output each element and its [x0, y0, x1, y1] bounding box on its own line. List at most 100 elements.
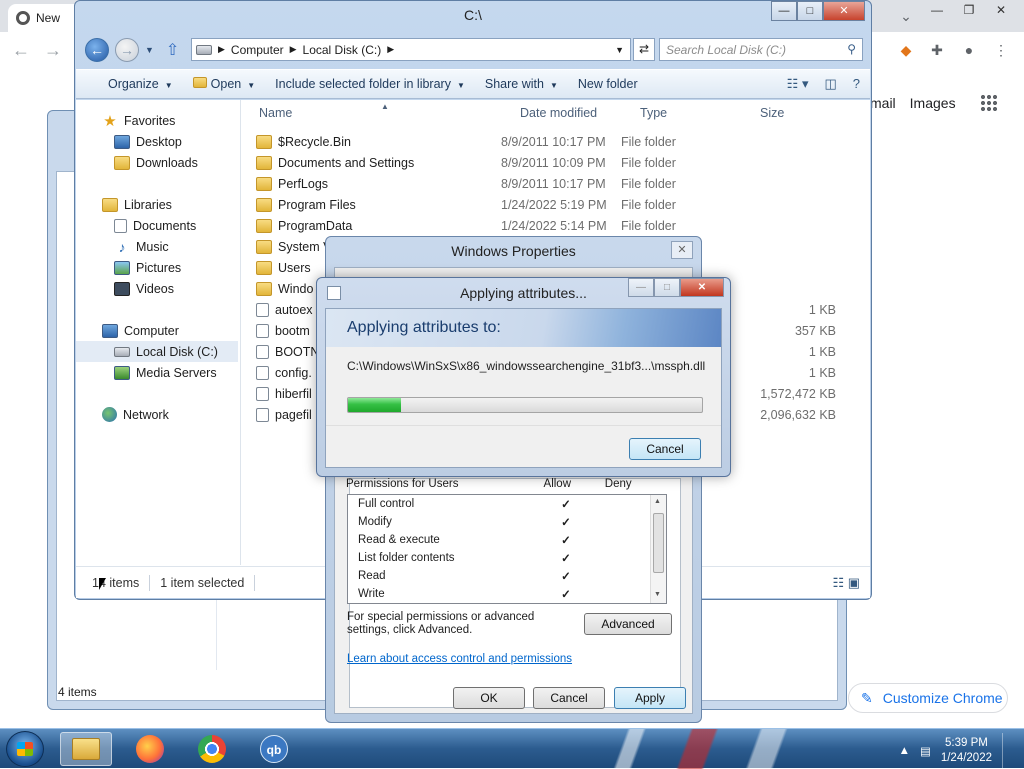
permission-row[interactable]: Read ✓	[348, 567, 666, 585]
file-row[interactable]: Program Files 1/24/2022 5:19 PM File folde…	[256, 194, 836, 215]
recent-pages-chevron-icon[interactable]: ▼	[145, 45, 154, 55]
file-icon	[256, 344, 269, 359]
forward-arrow-icon[interactable]: →	[115, 38, 139, 62]
network-status-icon[interactable]: ▤	[920, 744, 931, 758]
nav-pictures[interactable]: Pictures	[76, 257, 240, 278]
help-icon[interactable]: ?	[853, 76, 860, 92]
nav-media-servers[interactable]: Media Servers	[76, 362, 240, 383]
file-row[interactable]: PerfLogs 8/9/2011 10:17 PM File folder	[256, 173, 836, 194]
restore-icon[interactable]: ❐	[954, 0, 984, 20]
column-size[interactable]: Size	[760, 100, 784, 126]
close-icon[interactable]: ✕	[680, 278, 724, 297]
chrome-forward-icon[interactable]: →	[44, 40, 62, 61]
scroll-down-icon[interactable]: ▼	[654, 591, 661, 598]
nav-libraries[interactable]: Libraries	[76, 194, 240, 215]
gmail-link[interactable]: mail	[870, 95, 896, 111]
view-list-icon[interactable]: ☷ ▾	[787, 76, 809, 92]
permissions-list[interactable]: Full control ✓ Modify ✓ Read & execute ✓ List …	[347, 494, 667, 604]
close-icon[interactable]: ✕	[671, 241, 693, 259]
cancel-apply-button[interactable]: Cancel	[629, 438, 701, 460]
learn-access-control-link[interactable]: Learn about access control and permissio…	[347, 653, 572, 665]
include-library-button[interactable]: Include selected folder in library ▼	[267, 73, 473, 95]
permission-row[interactable]: List folder contents ✓	[348, 549, 666, 567]
metamask-icon[interactable]: ◆	[897, 42, 915, 60]
advanced-button[interactable]: Advanced	[584, 613, 672, 635]
chrome-back-icon[interactable]: ←	[12, 40, 30, 61]
file-row[interactable]: $Recycle.Bin 8/9/2011 10:17 PM File folder	[256, 131, 836, 152]
scroll-up-icon[interactable]: ▲	[654, 498, 661, 505]
start-button[interactable]	[6, 731, 44, 767]
taskbar-qbittorrent[interactable]: qb	[248, 732, 300, 766]
allow-check-icon[interactable]: ✓	[556, 587, 576, 601]
minimize-icon[interactable]: —	[771, 1, 797, 21]
scroll-thumb[interactable]	[653, 513, 664, 573]
breadcrumb-computer[interactable]: Computer	[231, 43, 284, 57]
file-row[interactable]: Documents and Settings 8/9/2011 10:09 PM F…	[256, 152, 836, 173]
file-name: Windo	[278, 281, 314, 296]
maximize-icon[interactable]: □	[797, 1, 823, 21]
details-view-icon[interactable]: ☷ ▣	[832, 575, 860, 591]
nav-downloads[interactable]: Downloads	[76, 152, 240, 173]
explorer-title: C:\	[464, 7, 482, 23]
show-hidden-icons-icon[interactable]: ▲	[899, 745, 910, 757]
ok-button[interactable]: OK	[453, 687, 525, 709]
organize-button[interactable]: Organize ▼	[100, 73, 181, 95]
nav-favorites[interactable]: ★ Favorites	[76, 110, 240, 131]
profile-icon[interactable]: ●	[960, 42, 978, 60]
permissions-scrollbar[interactable]: ▲ ▼	[650, 495, 666, 603]
apps-grid-icon[interactable]	[980, 94, 998, 112]
column-type[interactable]: Type	[640, 100, 667, 126]
permission-row[interactable]: Modify ✓	[348, 513, 666, 531]
nav-desktop[interactable]: Desktop	[76, 131, 240, 152]
allow-check-icon[interactable]: ✓	[556, 569, 576, 583]
show-desktop-button[interactable]	[1002, 733, 1012, 769]
new-folder-button[interactable]: New folder	[570, 73, 646, 95]
allow-check-icon[interactable]: ✓	[556, 551, 576, 565]
search-input[interactable]: Search Local Disk (C:) ⚲	[659, 38, 863, 61]
nav-videos[interactable]: Videos	[76, 278, 240, 299]
drive-icon	[114, 346, 130, 357]
permission-row[interactable]: Read & execute ✓	[348, 531, 666, 549]
search-icon[interactable]: ⚲	[847, 42, 856, 56]
customize-chrome-button[interactable]: ✎ Customize Chrome	[848, 683, 1008, 713]
taskbar-firefox[interactable]	[124, 732, 176, 766]
permission-row[interactable]: Full control ✓	[348, 495, 666, 513]
close-icon[interactable]: ✕	[986, 0, 1016, 20]
apply-button[interactable]: Apply	[614, 687, 686, 709]
back-arrow-icon[interactable]: ←	[85, 38, 109, 62]
nav-local-disk[interactable]: Local Disk (C:)	[76, 341, 238, 362]
nav-computer[interactable]: Computer	[76, 320, 240, 341]
taskbar-chrome[interactable]	[186, 732, 238, 766]
taskbar-explorer[interactable]	[60, 732, 112, 766]
file-row[interactable]: ProgramData 1/24/2022 5:14 PM File folder	[256, 215, 836, 236]
breadcrumb-separator-icon[interactable]: ▶	[387, 44, 394, 55]
nav-music[interactable]: ♪ Music	[76, 236, 240, 257]
permission-row[interactable]: Write ✓	[348, 585, 666, 603]
allow-check-icon[interactable]: ✓	[556, 533, 576, 547]
refresh-icon[interactable]: ⇄	[633, 38, 655, 61]
allow-check-icon[interactable]: ✓	[556, 515, 576, 529]
applying-attributes-dialog[interactable]: Applying attributes... — □ ✕ Applying at…	[316, 277, 731, 477]
preview-pane-icon[interactable]: ◫	[824, 76, 836, 92]
images-link[interactable]: Images	[910, 95, 956, 111]
menu-dots-icon[interactable]: ⋮	[992, 42, 1010, 60]
nav-network[interactable]: Network	[76, 404, 240, 425]
chevron-down-icon[interactable]: ⌄	[897, 8, 915, 26]
clock[interactable]: 5:39 PM 1/24/2022	[941, 736, 992, 766]
breadcrumb-separator-icon[interactable]: ▶	[290, 44, 297, 55]
share-with-button[interactable]: Share with ▼	[477, 73, 566, 95]
column-date-modified[interactable]: Date modified	[520, 100, 597, 126]
open-button[interactable]: Open ▼	[185, 73, 264, 95]
cancel-button[interactable]: Cancel	[533, 687, 605, 709]
nav-documents[interactable]: Documents	[76, 215, 240, 236]
allow-check-icon[interactable]: ✓	[556, 497, 576, 511]
minimize-icon[interactable]: —	[922, 0, 952, 20]
breadcrumb-separator-icon[interactable]: ▶	[218, 44, 225, 55]
extensions-icon[interactable]: ✚	[928, 42, 946, 60]
column-name[interactable]: Name	[259, 100, 292, 126]
up-arrow-icon[interactable]: ⇧	[166, 40, 179, 60]
breadcrumb-local-disk[interactable]: Local Disk (C:)	[303, 43, 382, 57]
address-dropdown-icon[interactable]: ▼	[615, 45, 624, 55]
close-icon[interactable]: ✕	[823, 1, 865, 21]
address-bar[interactable]: ▶ Computer ▶ Local Disk (C:) ▶ ▼	[191, 38, 631, 61]
